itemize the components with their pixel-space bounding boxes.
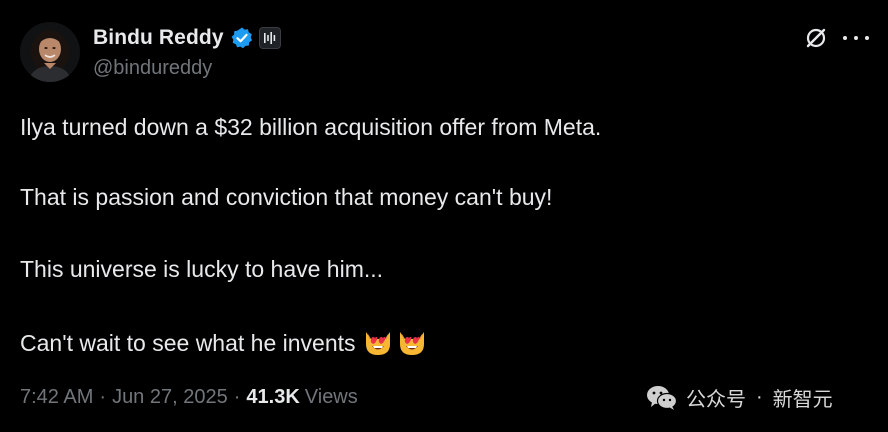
wechat-icon [647, 385, 678, 410]
tweet-text-line-2: That is passion and conviction that mone… [20, 184, 553, 210]
author-handle[interactable]: @bindureddy [93, 57, 212, 80]
meta-separator: · [233, 386, 241, 408]
more-horizontal-icon[interactable] [843, 26, 869, 50]
affiliate-badge-icon[interactable] [258, 27, 281, 49]
tweet-text-line-1: Ilya turned down a $32 billion acquisiti… [20, 114, 602, 140]
heart-eyes-cat-emoji-icon [399, 332, 424, 355]
author-name-row: Bindu Reddy [93, 24, 281, 52]
tweet-text-line-4-text: Can't wait to see what he invents [20, 330, 356, 356]
tweet-text-line-3: This universe is lucky to have him... [20, 256, 384, 282]
watermark-name: 新智元 [772, 389, 833, 411]
emoji-group [362, 326, 428, 358]
author-display-name[interactable]: Bindu Reddy [93, 26, 224, 50]
grok-slash-circle-icon[interactable] [804, 26, 828, 50]
profile-photo-icon [20, 22, 80, 82]
tweet-text-line-4: Can't wait to see what he invents [20, 326, 428, 358]
watermark: 公众号 · 新智元 [646, 383, 833, 412]
avatar[interactable] [20, 22, 80, 82]
watermark-dot: · [756, 386, 763, 408]
meta-separator: · [99, 386, 107, 408]
tweet-card: Bindu Reddy @bindureddy Ilya turned down [0, 0, 888, 432]
watermark-source: 公众号 [686, 389, 746, 411]
heart-eyes-cat-emoji-icon [365, 332, 390, 355]
verified-badge-icon[interactable] [230, 26, 254, 50]
tweet-time[interactable]: 7:42 AM [20, 386, 93, 409]
tweet-meta-row: 7:42 AM · Jun 27, 2025 · 41.3K Views [20, 386, 358, 409]
tweet-date[interactable]: Jun 27, 2025 [112, 386, 228, 409]
views-count: 41.3K [246, 386, 300, 408]
views-label: Views [304, 386, 358, 408]
